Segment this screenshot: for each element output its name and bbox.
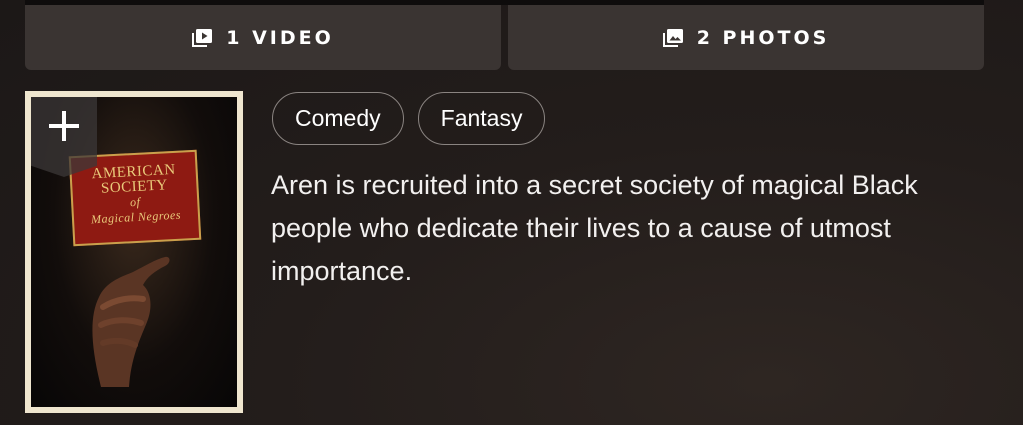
video-library-icon [192,28,213,47]
plus-icon [49,111,79,141]
photos-button[interactable]: 2 PHOTOS [508,5,984,70]
photo-library-icon [662,28,683,47]
movie-poster[interactable]: AMERICAN SOCIETY of Magical Negroes [25,91,243,413]
plot-summary: Aren is recruited into a secret society … [271,170,918,286]
videos-label: 1 VIDEO [226,26,334,49]
genre-chip[interactable]: Fantasy [417,92,546,145]
poster-image: AMERICAN SOCIETY of Magical Negroes [31,97,237,407]
genre-chip[interactable]: Comedy [272,92,404,145]
videos-button[interactable]: 1 VIDEO [25,5,501,70]
poster-hand-illustration [92,256,170,387]
add-to-watchlist-button[interactable] [31,97,97,177]
genre-chips: Comedy Fantasy [272,92,546,145]
photos-label: 2 PHOTOS [696,26,830,49]
